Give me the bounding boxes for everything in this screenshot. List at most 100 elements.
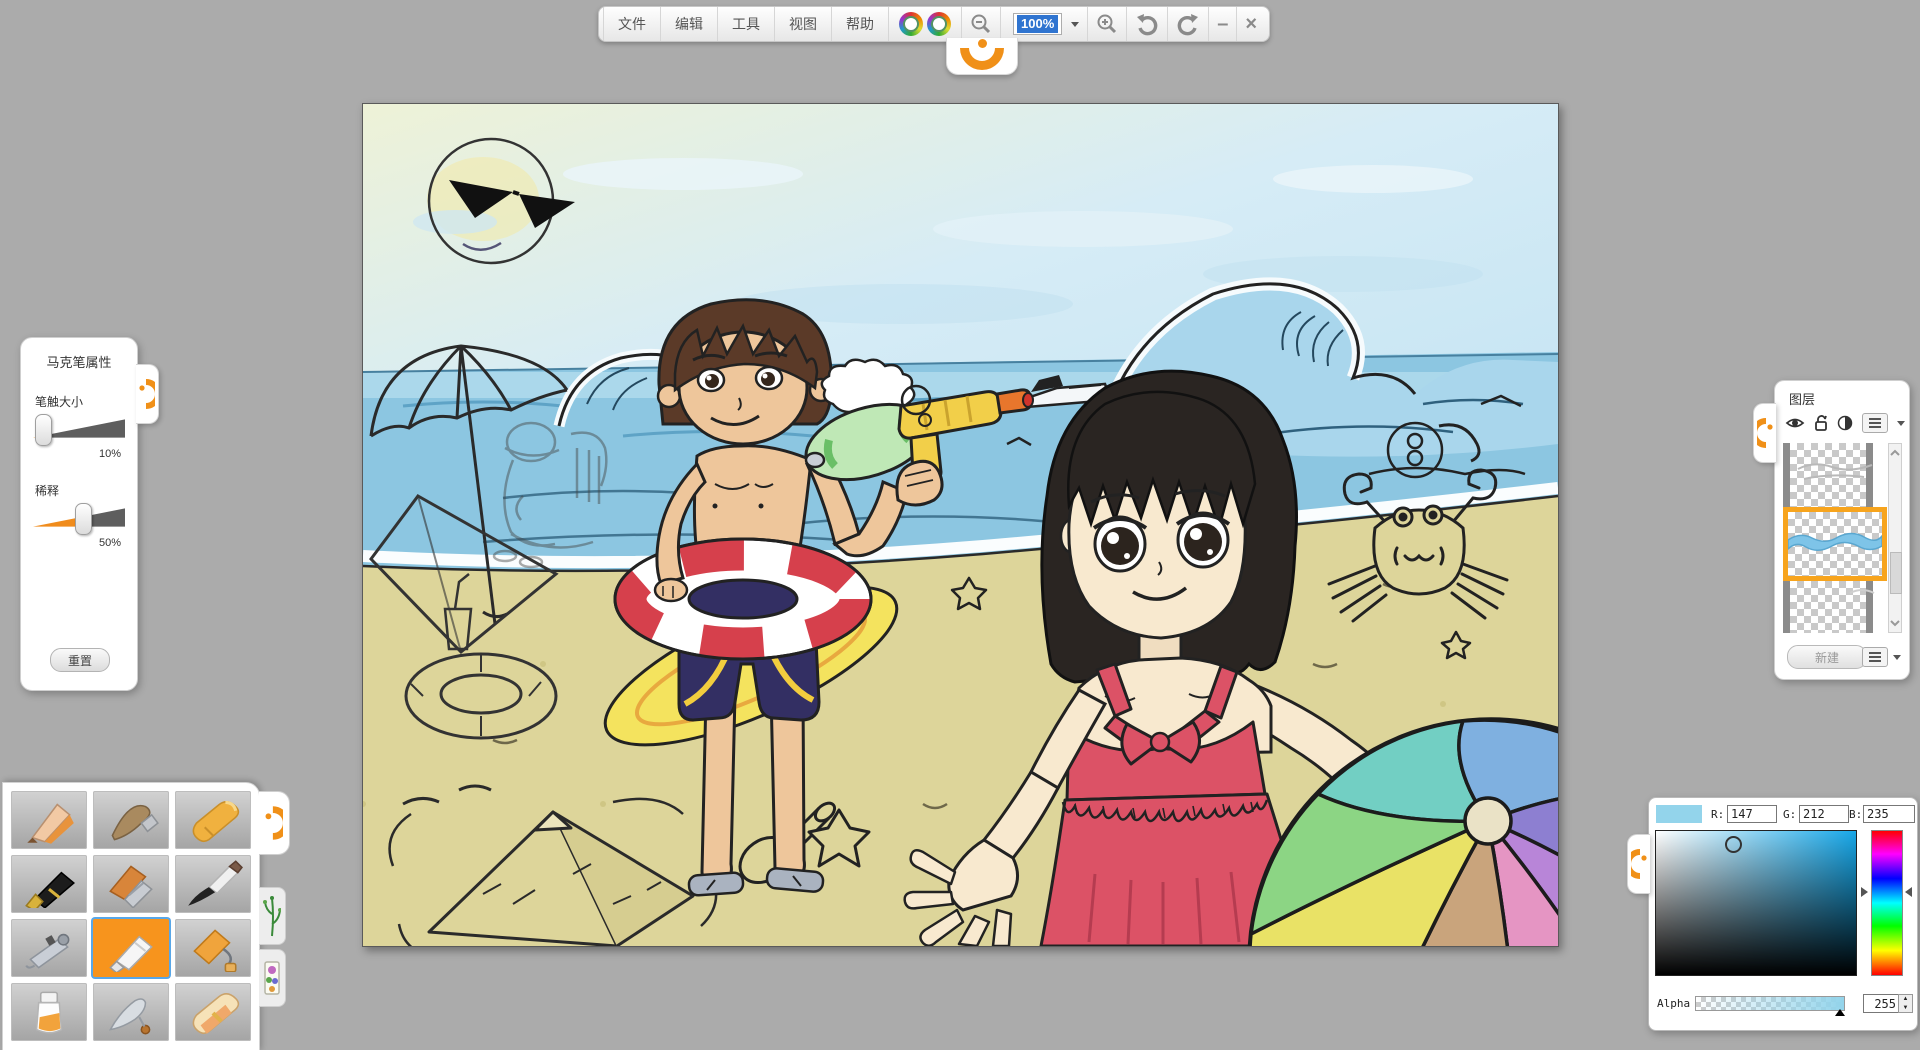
lock-open-icon[interactable]	[1814, 415, 1828, 431]
opacity-half-circle-icon[interactable]	[1837, 415, 1853, 431]
wood-nib-icon	[100, 796, 162, 844]
tool-paint-roller[interactable]	[175, 919, 251, 977]
app-window: 文件 编辑 工具 视图 帮助 100%	[0, 0, 1920, 1050]
r-input[interactable]: 147	[1727, 805, 1777, 823]
palette-tab-plant-stamps[interactable]	[259, 887, 286, 945]
palette-tab-sticker-stamps[interactable]	[259, 949, 286, 1007]
tool-eraser[interactable]	[175, 983, 251, 1041]
clown-smile-icon	[960, 48, 1004, 70]
minimize-button[interactable]: –	[1209, 7, 1237, 41]
drawing-canvas[interactable]	[362, 103, 1559, 947]
zoom-out-button[interactable]	[962, 7, 1001, 41]
layer-blend-menu-button[interactable]	[1862, 413, 1888, 433]
undo-button[interactable]	[1127, 7, 1168, 41]
alpha-slider[interactable]	[1695, 996, 1845, 1011]
hue-marker-left-icon[interactable]	[1861, 887, 1868, 897]
chevron-down-icon[interactable]	[1897, 421, 1905, 426]
tool-paint-bottle[interactable]	[11, 983, 87, 1041]
clown-eye-left-icon	[899, 12, 923, 36]
visibility-eye-icon[interactable]	[1785, 416, 1805, 430]
menu-view[interactable]: 视图	[775, 7, 832, 41]
layer-water-preview	[1788, 512, 1882, 576]
tool-palette-knife[interactable]	[93, 983, 169, 1041]
hue-marker-right-icon[interactable]	[1905, 887, 1912, 897]
chevron-down-icon	[1071, 22, 1079, 27]
tool-airbrush[interactable]	[11, 919, 87, 977]
tool-palette-panel	[2, 782, 260, 1050]
clown-ear-icon	[139, 377, 155, 411]
alpha-spinner[interactable]: ▲▼	[1898, 994, 1913, 1013]
redo-button[interactable]	[1168, 7, 1209, 41]
menu-edit[interactable]: 编辑	[661, 7, 718, 41]
color-panel-handle[interactable]	[1627, 834, 1650, 894]
menu-file[interactable]: 文件	[603, 7, 661, 41]
redo-icon	[1176, 12, 1200, 36]
scroll-down-icon[interactable]	[1889, 616, 1901, 630]
b-label: B:	[1849, 808, 1862, 821]
clown-ear-icon	[265, 804, 283, 842]
brush-size-slider[interactable]	[33, 414, 125, 444]
pencil-icon	[18, 796, 80, 844]
alpha-value-input[interactable]: 255	[1863, 994, 1899, 1013]
clown-eye-right-icon	[927, 12, 951, 36]
marker-panel-title: 马克笔属性	[21, 352, 137, 371]
ink-brush-icon	[182, 860, 244, 908]
palette-clown-handle[interactable]	[259, 791, 290, 855]
b-input[interactable]: 235	[1863, 805, 1915, 823]
paint-brush-icon	[100, 860, 162, 908]
g-input[interactable]: 212	[1799, 805, 1849, 823]
tool-ink-brush[interactable]	[175, 855, 251, 913]
tool-wood-nib-pen[interactable]	[93, 791, 169, 849]
clown-nose-icon	[978, 39, 987, 48]
main-toolbar: 文件 编辑 工具 视图 帮助 100%	[598, 6, 1270, 42]
clown-ear-icon	[1631, 847, 1647, 881]
zoom-level-value: 100%	[1017, 15, 1058, 33]
brush-size-value: 10%	[21, 448, 121, 460]
eraser-icon	[182, 988, 244, 1036]
brush-size-label: 笔触大小	[35, 393, 137, 410]
layer-options-button[interactable]	[1862, 647, 1901, 667]
dilution-slider[interactable]	[33, 503, 125, 533]
menu-tools[interactable]: 工具	[718, 7, 775, 41]
layer-row-sketch[interactable]	[1783, 443, 1873, 507]
layer-scroll-thumb[interactable]	[1890, 552, 1902, 594]
new-layer-button[interactable]: 新建	[1787, 645, 1867, 669]
airbrush-icon	[18, 924, 80, 972]
sv-cursor-ring[interactable]	[1725, 836, 1742, 853]
layer-list	[1783, 443, 1887, 633]
clown-logo-tab[interactable]	[946, 38, 1018, 75]
hue-bar[interactable]	[1871, 830, 1903, 976]
tool-marker-pen[interactable]	[93, 919, 169, 977]
current-color-swatch	[1656, 805, 1702, 823]
layer-row-water-selected[interactable]	[1783, 507, 1887, 581]
layer-row-bottom[interactable]	[1783, 581, 1873, 633]
layer-bottom-preview	[1790, 581, 1880, 633]
crayon-icon	[182, 796, 244, 844]
marker-pen-icon	[100, 924, 162, 972]
layer-sketch-preview	[1790, 443, 1880, 507]
saturation-value-square[interactable]	[1655, 830, 1857, 976]
fountain-pen-icon	[18, 860, 80, 908]
reset-button[interactable]: 重置	[50, 648, 110, 672]
layers-panel-handle[interactable]	[1753, 403, 1776, 463]
beach-scene-artwork	[363, 104, 1558, 946]
tool-fountain-pen[interactable]	[11, 855, 87, 913]
tool-grid	[11, 791, 251, 1041]
palette-knife-icon	[100, 988, 162, 1036]
zoom-level-dropdown[interactable]: 100%	[1001, 7, 1088, 41]
zoom-out-icon	[970, 13, 992, 35]
marker-panel-handle[interactable]	[136, 364, 159, 424]
zoom-in-button[interactable]	[1088, 7, 1127, 41]
brush-size-handle[interactable]	[35, 414, 52, 446]
clown-ear-icon	[1757, 416, 1773, 450]
tool-paint-brush[interactable]	[93, 855, 169, 913]
tool-crayon[interactable]	[175, 791, 251, 849]
tool-pencil[interactable]	[11, 791, 87, 849]
layer-scrollbar[interactable]	[1888, 443, 1902, 633]
dilution-handle[interactable]	[75, 503, 92, 535]
alpha-marker-icon[interactable]	[1835, 1009, 1845, 1016]
scroll-up-icon[interactable]	[1889, 446, 1901, 460]
menu-help[interactable]: 帮助	[832, 7, 889, 41]
close-button[interactable]: ×	[1237, 7, 1265, 41]
dilution-label: 稀释	[35, 482, 137, 499]
